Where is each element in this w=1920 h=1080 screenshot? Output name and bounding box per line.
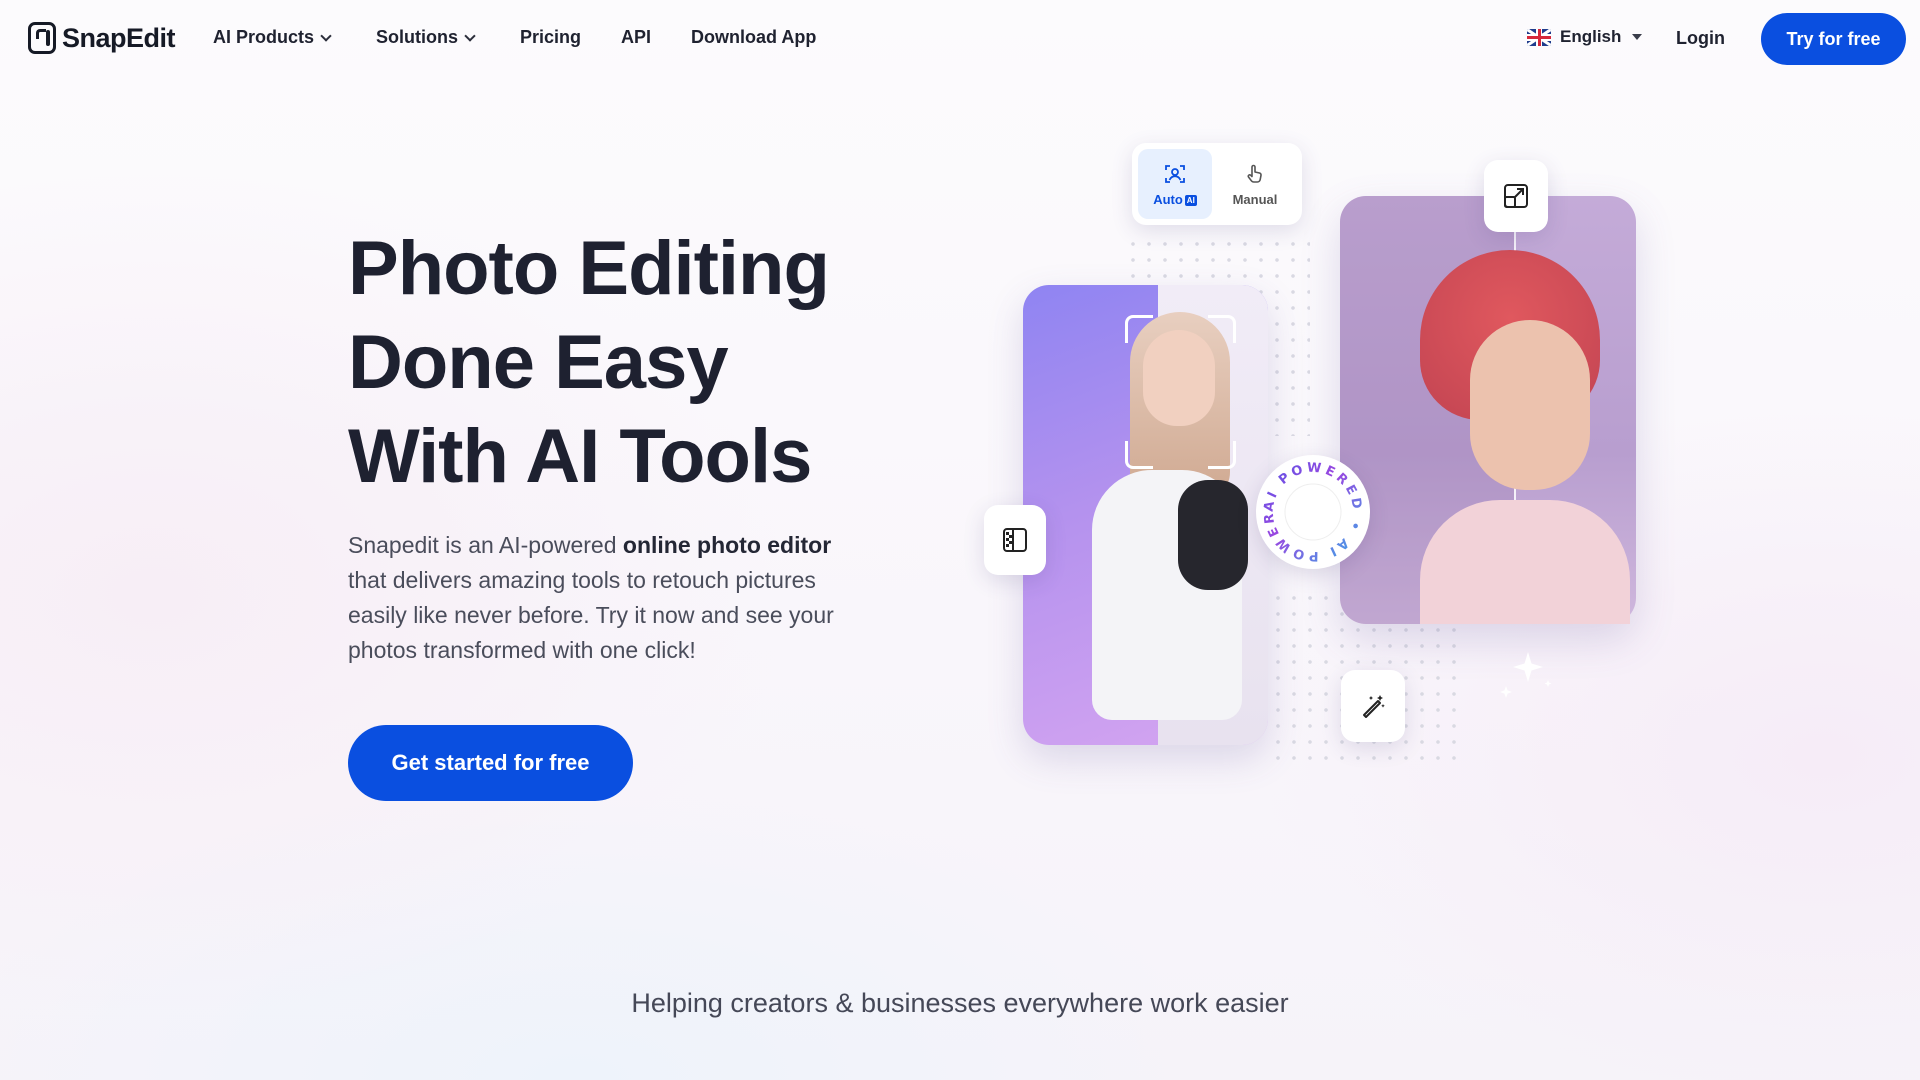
mode-auto[interactable]: Auto AI: [1138, 149, 1212, 219]
language-label: English: [1560, 27, 1622, 46]
language-selector[interactable]: English: [1527, 27, 1643, 47]
hero-title-line-1: Photo Editing: [348, 226, 830, 311]
main-nav: AI Products Solutions Pricing API Downlo…: [213, 27, 816, 48]
chevron-down-icon: [464, 29, 476, 42]
logo-icon: [28, 22, 56, 54]
mode-switch-card: Auto AI Manual: [1132, 143, 1302, 225]
nav-pricing[interactable]: Pricing: [520, 27, 581, 48]
mode-manual[interactable]: Manual: [1218, 149, 1292, 219]
woman-face-shape: [1470, 320, 1590, 490]
ai-powered-badge: AI POWERED • AI POWERED •: [1249, 444, 1370, 569]
nav-pricing-label: Pricing: [520, 27, 582, 47]
nav-api[interactable]: API: [621, 27, 651, 48]
face-detect-corner: [1125, 315, 1153, 343]
magic-wand-card[interactable]: [1341, 670, 1405, 742]
chevron-down-icon: [320, 29, 332, 42]
ai-chip: AI: [1184, 194, 1197, 206]
nav-ai-products[interactable]: AI Products: [213, 27, 332, 48]
snapedit-logo[interactable]: SnapEdit: [28, 22, 176, 54]
nav-solutions[interactable]: Solutions: [376, 27, 476, 48]
nav-download-app[interactable]: Download App: [691, 27, 816, 48]
girl-sleeve-shape: [1178, 480, 1248, 590]
nav-download-app-label: Download App: [691, 27, 817, 47]
hero-desc-part-2: that delivers amazing tools to retouch p…: [348, 567, 834, 663]
ai-powered-ring: AI POWERED • AI POWERED •: [1249, 444, 1361, 563]
site-header: SnapEdit AI Products Solutions Pricing A…: [0, 0, 1920, 78]
mode-manual-label: Manual: [1232, 191, 1278, 207]
magic-wand-icon: [1363, 695, 1385, 718]
nav-solutions-label: Solutions: [376, 27, 459, 47]
hero-title-line-3: With AI Tools: [348, 414, 812, 499]
hero-desc-bold[interactable]: online photo editor: [623, 532, 831, 558]
hand-pointer-icon: [1247, 164, 1262, 183]
section-tagline: Helping creators & businesses everywhere…: [631, 988, 1289, 1018]
uk-flag-icon: [1527, 28, 1551, 46]
login-link[interactable]: Login: [1676, 28, 1725, 49]
sparkle-icon: [1500, 652, 1552, 698]
girl-face-shape: [1143, 330, 1215, 426]
woman-coat-shape: [1420, 500, 1630, 624]
expand-card[interactable]: [1484, 160, 1548, 232]
face-detect-corner: [1208, 441, 1236, 469]
mode-auto-label: Auto AI: [1153, 191, 1197, 207]
hero-desc-part-1: Snapedit is an AI-powered: [348, 532, 623, 558]
get-started-button[interactable]: Get started for free: [348, 725, 633, 801]
face-scan-icon: [1165, 164, 1185, 183]
brand-name: SnapEdit: [62, 22, 176, 53]
try-for-free-button[interactable]: Try for free: [1761, 13, 1906, 65]
compare-panel-card[interactable]: [984, 505, 1046, 575]
hero-title-line-2: Done Easy: [348, 320, 729, 405]
face-detect-corner: [1125, 441, 1153, 469]
hero-description: Snapedit is an AI-powered online photo e…: [348, 528, 868, 668]
face-detect-corner: [1208, 315, 1236, 343]
external-link-icon: [1504, 184, 1528, 208]
compare-panel-icon: [1003, 528, 1027, 552]
nav-api-label: API: [621, 27, 652, 47]
hero-title: Photo Editing Done Easy With AI Tools: [348, 222, 908, 504]
nav-ai-products-label: AI Products: [213, 27, 315, 47]
caret-down-icon: [1632, 34, 1643, 40]
